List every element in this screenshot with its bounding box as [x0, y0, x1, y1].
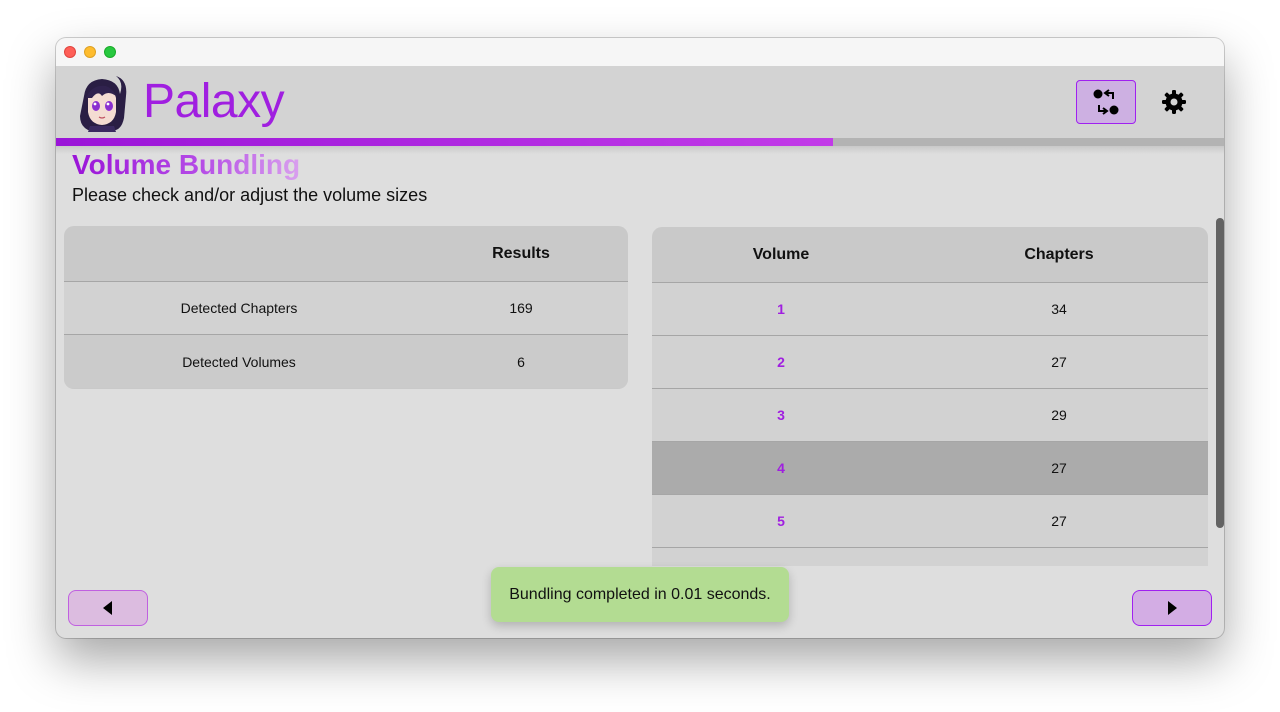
volume-row[interactable]: 1 34	[652, 283, 1208, 336]
volume-row[interactable]	[652, 548, 1208, 566]
results-table: Results Detected Chapters 169 Detected V…	[64, 226, 628, 389]
volume-number: 5	[777, 513, 785, 529]
title-bar	[56, 38, 1224, 66]
volume-number: 3	[777, 407, 785, 423]
volume-chapter-count[interactable]: 34	[910, 301, 1208, 317]
app-window: Palaxy Volume Bundling Please check and/…	[56, 38, 1224, 638]
volume-row-selected[interactable]: 4 27	[652, 442, 1208, 495]
volume-column-header[interactable]: Volume	[652, 246, 910, 264]
volume-row[interactable]: 2 27	[652, 336, 1208, 389]
volume-number: 4	[777, 460, 785, 476]
volume-chapter-count[interactable]: 27	[910, 460, 1208, 476]
volume-number: 2	[777, 354, 785, 370]
swap-button[interactable]	[1076, 80, 1136, 124]
volume-chapter-count[interactable]: 27	[910, 354, 1208, 370]
results-row-value: 169	[509, 300, 533, 316]
chapters-column-header[interactable]: Chapters	[910, 246, 1208, 264]
volume-chapter-count[interactable]: 29	[910, 407, 1208, 423]
volumes-table: Volume Chapters 1 34 2 27 3 29 4 27 5 27	[652, 227, 1208, 566]
page-title: Volume Bundling	[72, 149, 301, 180]
close-window-button[interactable]	[64, 46, 76, 58]
maximize-window-button[interactable]	[104, 46, 116, 58]
volume-row[interactable]: 3 29	[652, 389, 1208, 442]
wizard-progress-fill	[56, 138, 833, 146]
volume-row[interactable]: 5 27	[652, 495, 1208, 548]
table-row: Detected Volumes 6	[64, 335, 628, 388]
app-title: Palaxy	[143, 75, 285, 128]
volumes-table-header: Volume Chapters	[652, 227, 1208, 283]
minimize-window-button[interactable]	[84, 46, 96, 58]
app-header: Palaxy	[56, 66, 1224, 138]
volume-chapter-count[interactable]: 27	[910, 513, 1208, 529]
results-row-value: 6	[517, 353, 525, 370]
gear-icon	[1162, 90, 1186, 114]
next-button[interactable]	[1132, 590, 1212, 626]
swap-arrows-icon	[1093, 89, 1119, 115]
anime-avatar-logo	[80, 76, 127, 132]
page-subtitle: Please check and/or adjust the volume si…	[72, 185, 428, 205]
wizard-progress-bar	[56, 138, 1224, 146]
caret-left-icon	[103, 601, 112, 615]
toast-notification: Bundling completed in 0.01 seconds.	[491, 567, 789, 622]
results-row-label: Detected Chapters	[180, 300, 298, 316]
volume-number: 1	[777, 301, 785, 317]
results-header-value: Results	[492, 244, 550, 262]
results-table-header: Results	[64, 226, 628, 282]
settings-button[interactable]	[1152, 80, 1196, 124]
table-row: Detected Chapters 169	[64, 282, 628, 335]
scrollbar-thumb[interactable]	[1216, 218, 1224, 528]
results-row-label: Detected Volumes	[182, 353, 296, 370]
caret-right-icon	[1168, 601, 1177, 615]
toast-message: Bundling completed in 0.01 seconds.	[509, 585, 771, 603]
back-button[interactable]	[68, 590, 148, 626]
